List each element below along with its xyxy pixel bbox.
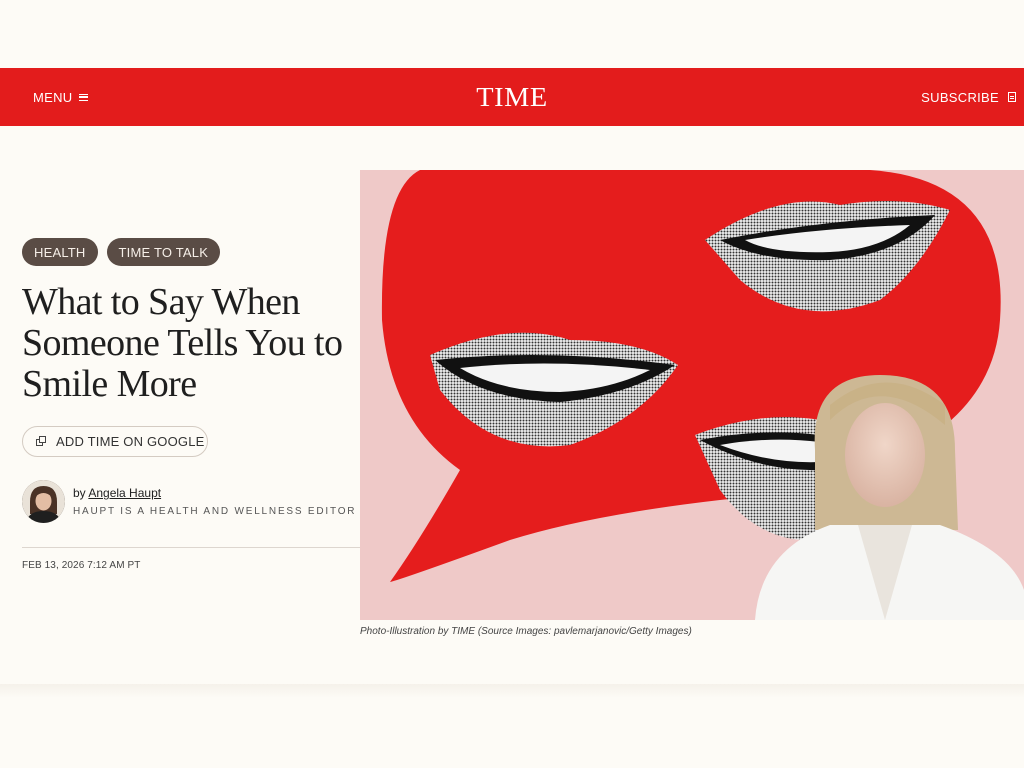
publish-date: FEB 13, 2026 7:12 AM PT: [22, 560, 141, 571]
tag-time-to-talk[interactable]: TIME TO TALK: [106, 238, 221, 266]
subscribe-button[interactable]: SUBSCRIBE: [921, 68, 1016, 126]
page-fold: [0, 684, 1024, 698]
article-headline: What to Say When Someone Tells You to Sm…: [22, 281, 343, 405]
hero-image: [360, 170, 1024, 620]
article-tags: HEALTH TIME TO TALK: [22, 238, 221, 266]
subscribe-icon: [1008, 92, 1016, 102]
add-time-on-google-button[interactable]: ADD TIME ON GOOGLE: [22, 426, 208, 457]
image-caption: Photo-Illustration by TIME (Source Image…: [360, 626, 692, 637]
author-avatar[interactable]: [22, 480, 65, 523]
subscribe-label: SUBSCRIBE: [921, 89, 999, 105]
byline-prefix: by: [73, 486, 86, 500]
time-logo[interactable]: TIME: [0, 68, 1024, 126]
byline: by Angela Haupt: [73, 486, 161, 500]
add-source-icon: [36, 436, 47, 447]
author-bio: HAUPT IS A HEALTH AND WELLNESS EDITOR AT…: [73, 506, 360, 517]
tag-health[interactable]: HEALTH: [22, 238, 98, 266]
author-link[interactable]: Angela Haupt: [88, 486, 161, 500]
add-time-on-google-label: ADD TIME ON GOOGLE: [56, 434, 205, 449]
top-navigation-bar: MENU TIME SUBSCRIBE: [0, 68, 1024, 126]
divider: [22, 547, 360, 548]
